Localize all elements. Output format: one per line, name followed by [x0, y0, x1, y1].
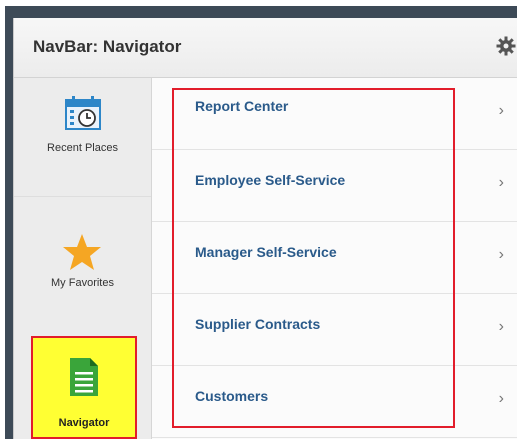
- navbar-title: NavBar: Navigator: [33, 37, 182, 56]
- document-icon: [70, 358, 98, 396]
- sidebar-item-label: Navigator: [58, 417, 110, 429]
- chevron-right-icon: ›: [498, 390, 504, 407]
- list-item-supplier-contracts[interactable]: Supplier Contracts ›: [152, 294, 517, 366]
- list-item-manager-self-service[interactable]: Manager Self-Service ›: [152, 222, 517, 294]
- list-item-customers[interactable]: Customers ›: [152, 366, 517, 438]
- list-item-label: Report Center: [195, 98, 289, 114]
- list-item-label: Customers: [195, 388, 269, 404]
- gear-icon[interactable]: [496, 36, 516, 56]
- star-icon: [63, 234, 101, 270]
- list-item-label: Manager Self-Service: [195, 244, 337, 260]
- sidebar-item-label: Recent Places: [47, 142, 118, 154]
- sidebar-item-recent-places[interactable]: Recent Places: [14, 78, 151, 196]
- chevron-right-icon: ›: [498, 246, 504, 263]
- list-item-label: Employee Self-Service: [195, 172, 346, 188]
- calendar-clock-icon: [65, 96, 101, 130]
- navbar-header: NavBar: Navigator: [14, 18, 517, 78]
- sidebar-item-navigator[interactable]: Navigator: [31, 336, 137, 439]
- sidebar-item-my-favorites[interactable]: My Favorites: [14, 196, 151, 315]
- navbar-sidebar: Recent Places My Favorites Navigator: [14, 78, 152, 439]
- list-item-report-center[interactable]: Report Center ›: [152, 78, 517, 150]
- sidebar-item-label: My Favorites: [51, 277, 114, 289]
- navigator-list: Report Center › Employee Self-Service › …: [152, 78, 517, 439]
- navbar-panel: NavBar: Navigator Recent Places My Favor…: [13, 18, 517, 439]
- list-item-label: Supplier Contracts: [195, 316, 321, 332]
- chevron-right-icon: ›: [498, 318, 504, 335]
- chevron-right-icon: ›: [498, 102, 504, 119]
- chevron-right-icon: ›: [498, 174, 504, 191]
- list-item-employee-self-service[interactable]: Employee Self-Service ›: [152, 150, 517, 222]
